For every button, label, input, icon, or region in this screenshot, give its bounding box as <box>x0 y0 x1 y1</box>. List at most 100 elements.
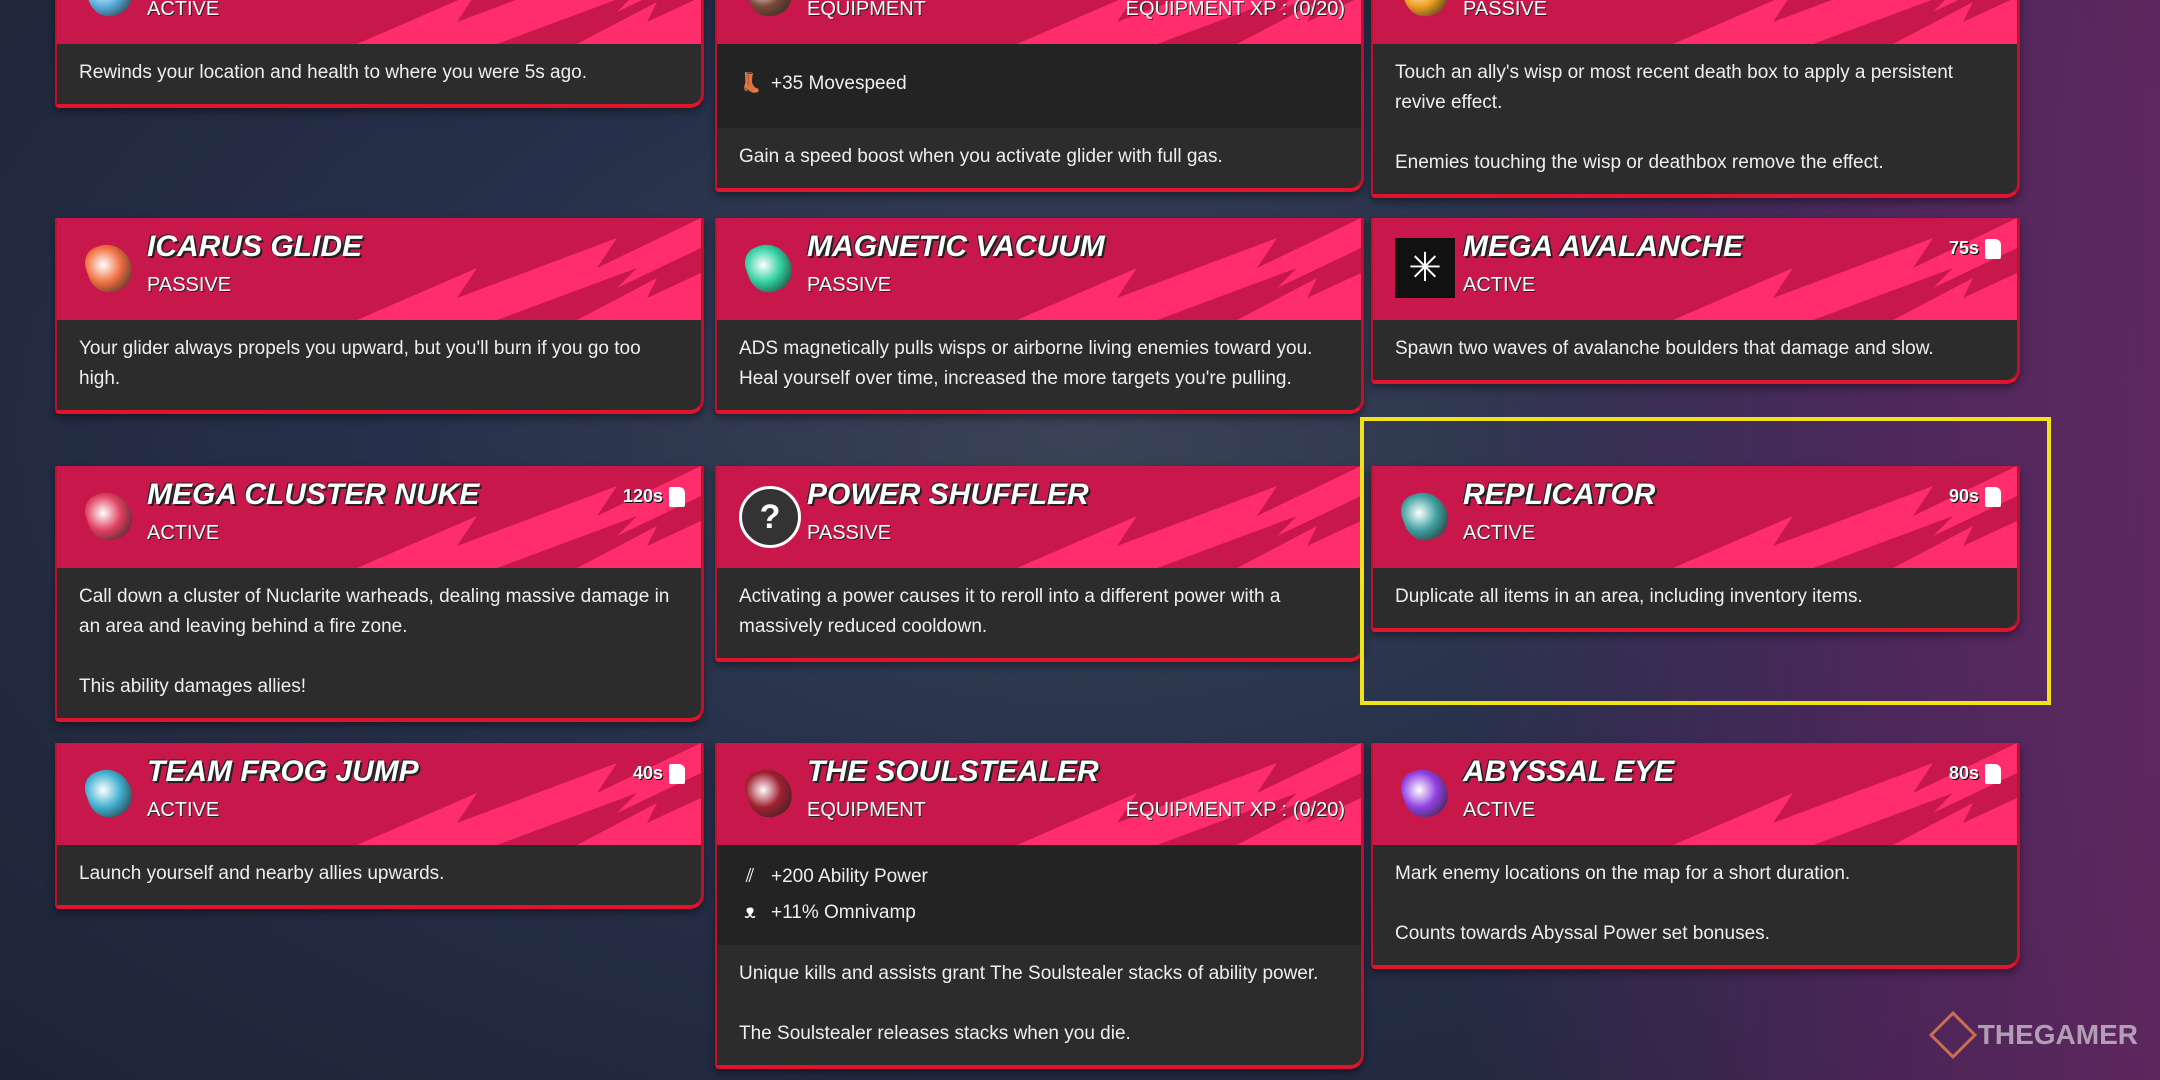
abyssal-eye-icon-shape <box>1396 762 1454 824</box>
ability-title: THE SOULSTEALER <box>807 755 1099 788</box>
soulstealer-figure-icon-shape <box>740 762 798 824</box>
ability-card[interactable]: ? POWER SHUFFLER PASSIVE Activating a power… <box>715 466 1364 662</box>
ability-card[interactable]: ✳ MEGA AVALANCHE ACTIVE 75s Spawn two waves … <box>1371 218 2020 384</box>
ability-type: PASSIVE <box>807 274 892 296</box>
ability-description: Call down a cluster of Nuclarite warhead… <box>57 568 701 718</box>
cooldown-value: 120s <box>622 486 663 506</box>
ability-type: ACTIVE <box>1463 799 1536 821</box>
ability-title: POWER SHUFFLER <box>807 478 1089 511</box>
equipment-xp: EQUIPMENT XP : (0/20) <box>1125 0 1345 20</box>
stat-text: +11% Omnivamp <box>771 902 916 923</box>
stat-text: +35 Movespeed <box>771 73 907 94</box>
stats-section: ⫽ +200 Ability Power ᴥ +11% Omnivamp <box>717 845 1361 945</box>
watermark: THEGAMER <box>1928 1010 2138 1060</box>
flame-wing-icon-shape <box>80 237 138 299</box>
magnet-claw-icon-shape <box>740 237 798 299</box>
ability-card[interactable]: TEAM FROG JUMP ACTIVE 40s Launch yourself a… <box>55 743 704 909</box>
ability-type: EQUIPMENT <box>807 799 926 821</box>
ability-card[interactable]: ACTIVE Rewinds your location and health t… <box>55 0 704 108</box>
frog-boot-icon-shape <box>80 762 138 824</box>
cooldown-badge: 120s <box>623 486 685 507</box>
ability-card[interactable]: PASSIVE Touch an ally's wisp or most rece… <box>1371 0 2020 198</box>
card-header: ✳ MEGA AVALANCHE ACTIVE 75s <box>1373 218 2017 320</box>
card-header: TEAM FROG JUMP ACTIVE 40s <box>57 743 701 845</box>
revive-flame-icon-shape <box>1396 0 1454 23</box>
ability-description: Unique kills and assists grant The Souls… <box>717 945 1361 1065</box>
ability-description: Activating a power causes it to reroll i… <box>717 568 1361 658</box>
ability-description: ADS magnetically pulls wisps or airborne… <box>717 320 1361 410</box>
ability-title: MEGA CLUSTER NUKE <box>147 478 480 511</box>
stat-row: 👢 +35 Movespeed <box>739 66 1339 102</box>
description-paragraph: Call down a cluster of Nuclarite warhead… <box>79 586 670 637</box>
description-paragraph: Counts towards Abyssal Power set bonuses… <box>1395 923 1770 944</box>
description-paragraph: Touch an ally's wisp or most recent deat… <box>1395 62 1954 113</box>
ability-description: Rewinds your location and health to wher… <box>57 44 701 104</box>
cooldown-value: 80s <box>1948 763 1979 783</box>
stat-row: ⫽ +200 Ability Power <box>739 859 1339 895</box>
ability-type: ACTIVE <box>1463 274 1536 296</box>
ability-title: ICARUS GLIDE <box>147 230 363 263</box>
ability-description: Launch yourself and nearby allies upward… <box>57 845 701 905</box>
cooldown-badge: 80s <box>1949 763 2001 784</box>
thegamer-logo-icon <box>1928 1010 1977 1060</box>
description-paragraph: Gain a speed boost when you activate gli… <box>739 146 1223 167</box>
stats-section: 👢 +35 Movespeed <box>717 44 1361 128</box>
equipment-xp: EQUIPMENT XP : (0/20) <box>1125 799 1345 821</box>
card-header: ABYSSAL EYE ACTIVE 80s <box>1373 743 2017 845</box>
cooldown-badge: 40s <box>633 763 685 784</box>
revive-flame-icon <box>1395 0 1455 23</box>
cooldown-value: 75s <box>1948 238 1979 258</box>
snowflake-icon: ✳ <box>1395 238 1455 298</box>
glider-equipment-icon <box>739 0 799 23</box>
ability-description: Spawn two waves of avalanche boulders th… <box>1373 320 2017 380</box>
description-paragraph: This ability damages allies! <box>79 676 307 697</box>
soulstealer-figure-icon <box>739 762 799 824</box>
cooldown-icon <box>1985 238 2001 259</box>
stat-text: +200 Ability Power <box>771 866 928 887</box>
description-paragraph: Unique kills and assists grant The Souls… <box>739 963 1319 984</box>
rewind-icon-shape <box>80 0 138 23</box>
ability-card[interactable]: THE SOULSTEALER EQUIPMENT EQUIPMENT XP : (… <box>715 743 1364 1069</box>
ability-title: TEAM FROG JUMP <box>147 755 419 788</box>
card-header: MEGA CLUSTER NUKE ACTIVE 120s <box>57 466 701 568</box>
ability-description: Touch an ally's wisp or most recent deat… <box>1373 44 2017 194</box>
ability-title: ABYSSAL EYE <box>1463 755 1675 788</box>
cooldown-value: 40s <box>632 763 663 783</box>
cooldown-badge: 75s <box>1949 238 2001 259</box>
ability-type: PASSIVE <box>807 522 892 544</box>
glider-equipment-icon-shape <box>740 0 798 23</box>
card-header: EQUIPMENT EQUIPMENT XP : (0/20) <box>717 0 1361 44</box>
ability-description: Mark enemy locations on the map for a sh… <box>1373 845 2017 965</box>
claw-slash-icon: ⫽ <box>745 866 755 887</box>
cooldown-icon <box>1985 763 2001 784</box>
description-paragraph: Rewinds your location and health to wher… <box>79 62 588 83</box>
magnet-claw-icon <box>739 237 799 299</box>
cooldown-icon <box>669 486 685 507</box>
flame-wing-icon <box>79 237 139 299</box>
frog-boot-icon <box>79 762 139 824</box>
ability-type: ACTIVE <box>147 0 220 20</box>
replicator-highlight-box <box>1360 417 2051 705</box>
ability-title: MAGNETIC VACUUM <box>807 230 1105 263</box>
description-paragraph: Your glider always propels you upward, b… <box>79 338 641 389</box>
ability-type: EQUIPMENT <box>807 0 926 20</box>
ability-type: PASSIVE <box>147 274 232 296</box>
missile-icon <box>79 485 139 547</box>
ability-card[interactable]: ICARUS GLIDE PASSIVE Your glider always pr… <box>55 218 704 414</box>
card-header: THE SOULSTEALER EQUIPMENT EQUIPMENT XP : (… <box>717 743 1361 845</box>
description-paragraph: Activating a power causes it to reroll i… <box>739 586 1281 637</box>
ability-type: ACTIVE <box>147 522 220 544</box>
description-paragraph: The Soulstealer releases stacks when you… <box>739 1023 1131 1044</box>
ability-description: Your glider always propels you upward, b… <box>57 320 701 410</box>
card-header: MAGNETIC VACUUM PASSIVE <box>717 218 1361 320</box>
description-paragraph: Spawn two waves of avalanche boulders th… <box>1395 338 1934 359</box>
description-paragraph: Mark enemy locations on the map for a sh… <box>1395 863 1851 884</box>
ability-type: ACTIVE <box>147 799 220 821</box>
ability-card[interactable]: ABYSSAL EYE ACTIVE 80s Mark enemy locations… <box>1371 743 2020 969</box>
ability-card[interactable]: MAGNETIC VACUUM PASSIVE ADS magnetically p… <box>715 218 1364 414</box>
description-paragraph: Launch yourself and nearby allies upward… <box>79 863 445 884</box>
ability-card[interactable]: EQUIPMENT EQUIPMENT XP : (0/20) 👢 +35 Moves… <box>715 0 1364 192</box>
missile-icon-shape <box>80 485 138 547</box>
ability-card[interactable]: MEGA CLUSTER NUKE ACTIVE 120s Call down a c… <box>55 466 704 722</box>
ability-type: PASSIVE <box>1463 0 1548 20</box>
